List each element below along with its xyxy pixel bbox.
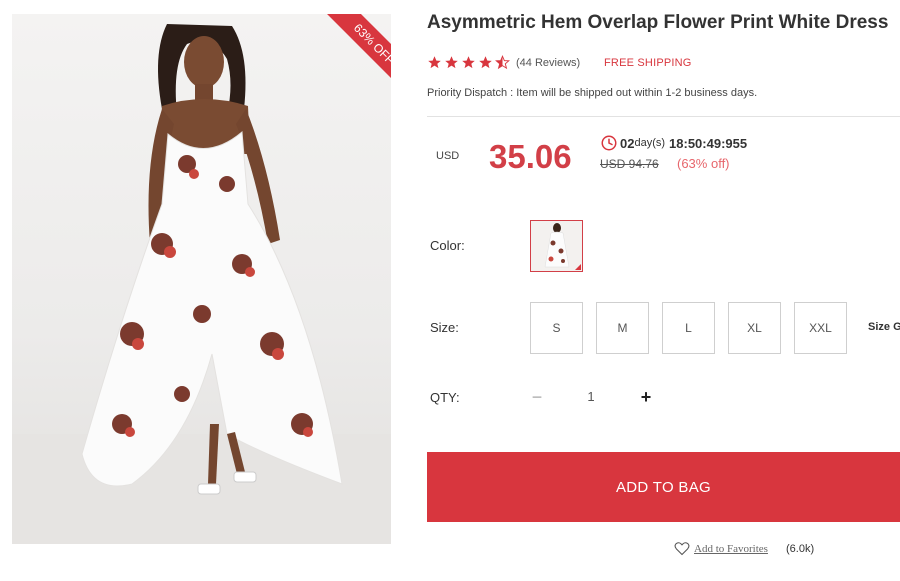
qty-label: QTY: xyxy=(430,390,460,405)
qty-input[interactable] xyxy=(560,389,622,404)
star-icon xyxy=(428,56,441,69)
swatch-thumbnail xyxy=(531,221,582,271)
discount-ribbon: 63% OFF xyxy=(311,14,391,94)
favorites-count: (6.0k) xyxy=(786,543,815,555)
star-icon xyxy=(445,56,458,69)
color-label: Color: xyxy=(430,238,465,253)
add-to-bag-button[interactable]: ADD TO BAG xyxy=(427,452,900,522)
free-shipping-label: FREE SHIPPING xyxy=(604,57,692,69)
divider xyxy=(427,116,900,117)
dispatch-info: Priority Dispatch : Item will be shipped… xyxy=(427,87,758,99)
rating[interactable]: (44 Reviews) xyxy=(427,55,580,70)
size-option-m[interactable]: M xyxy=(596,302,649,354)
sale-price: 35.06 xyxy=(489,138,572,175)
star-icon xyxy=(479,56,492,69)
size-label: Size: xyxy=(430,320,459,335)
size-option-s[interactable]: S xyxy=(530,302,583,354)
discount-percent: (63% off) xyxy=(677,156,730,171)
timer-days-unit: day(s) xyxy=(634,137,666,149)
star-icon xyxy=(462,56,475,69)
product-image[interactable]: 63% OFF xyxy=(12,14,391,544)
add-to-favorites[interactable]: Add to Favorites xyxy=(674,541,768,556)
original-price: USD 94.76 xyxy=(600,157,659,171)
clock-icon xyxy=(601,135,617,151)
discount-badge: 63% OFF xyxy=(326,14,391,92)
timer-time: 18:50:49:955 xyxy=(669,135,748,151)
size-option-l[interactable]: L xyxy=(662,302,715,354)
size-option-xxl[interactable]: XXL xyxy=(794,302,847,354)
heart-icon xyxy=(674,542,690,556)
countdown-timer: 02 day(s) 18:50:49:955 xyxy=(600,134,747,152)
size-guide-link[interactable]: Size Guide xyxy=(868,321,900,333)
product-title: Asymmetric Hem Overlap Flower Print Whit… xyxy=(427,12,889,33)
color-swatch-white-floral[interactable] xyxy=(530,220,583,272)
rating-stars xyxy=(427,55,510,70)
add-to-favorites-link[interactable]: Add to Favorites xyxy=(694,543,768,555)
qty-minus-button[interactable]: − xyxy=(528,388,546,406)
reviews-link[interactable]: (44 Reviews) xyxy=(516,57,580,69)
star-half-icon xyxy=(495,55,510,70)
size-option-xl[interactable]: XL xyxy=(728,302,781,354)
currency-label: USD xyxy=(436,150,460,162)
timer-days: 02 xyxy=(620,135,635,151)
qty-plus-button[interactable]: + xyxy=(637,388,655,406)
